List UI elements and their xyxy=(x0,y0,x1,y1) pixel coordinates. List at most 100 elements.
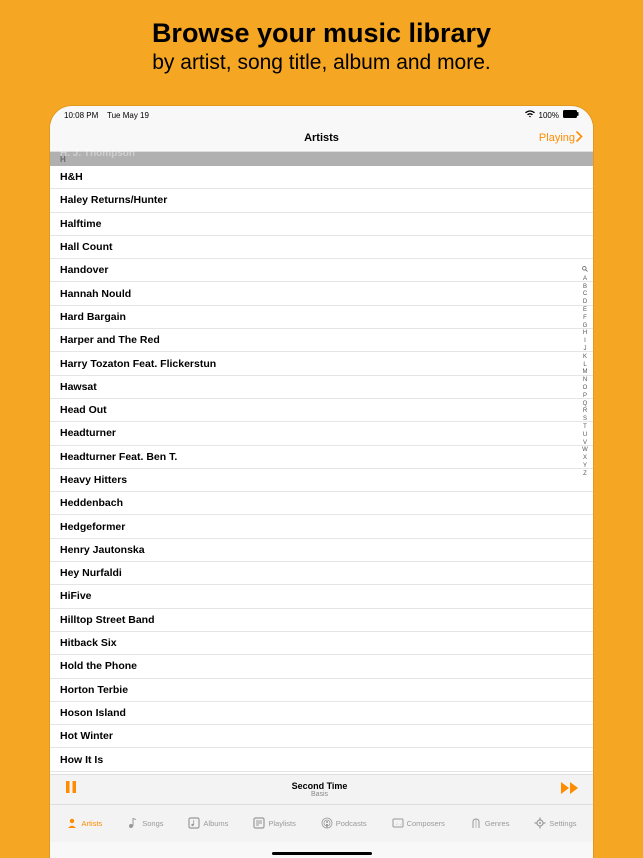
index-search-icon[interactable] xyxy=(582,266,588,274)
index-letter[interactable]: Z xyxy=(583,471,587,477)
artist-name: Headturner xyxy=(60,427,116,439)
status-left: 10:08 PM Tue May 19 xyxy=(64,111,149,120)
artist-name: Horton Terbie xyxy=(60,684,128,696)
playlists-icon xyxy=(253,817,265,831)
artist-name: Hey Nurfaldi xyxy=(60,567,122,579)
list-item[interactable]: Horton Terbie xyxy=(50,679,593,702)
artist-name: Hawsat xyxy=(60,381,97,393)
index-letter[interactable]: N xyxy=(583,377,587,383)
pause-button[interactable] xyxy=(64,780,78,799)
artist-name: Hitback Six xyxy=(60,637,117,649)
index-letter[interactable]: S xyxy=(583,416,587,422)
list-item[interactable]: Hannah Nould xyxy=(50,282,593,305)
index-letter[interactable]: K xyxy=(583,354,587,360)
index-letter[interactable]: T xyxy=(583,424,587,430)
albums-icon xyxy=(188,817,200,831)
index-letter[interactable]: U xyxy=(583,432,587,438)
index-letter[interactable]: V xyxy=(583,440,587,446)
list-item[interactable]: Handover xyxy=(50,259,593,282)
list-item[interactable]: Headturner xyxy=(50,422,593,445)
list-item[interactable]: Heavy Hitters xyxy=(50,469,593,492)
now-playing-bar[interactable]: Second Time Basis xyxy=(50,774,593,804)
now-playing-title: Second Time xyxy=(78,781,561,791)
now-playing-link[interactable]: Playing xyxy=(539,131,583,145)
list-item[interactable]: Head Out xyxy=(50,399,593,422)
list-item[interactable]: Hawsat xyxy=(50,376,593,399)
index-letter[interactable]: Y xyxy=(583,463,587,469)
now-playing-info[interactable]: Second Time Basis xyxy=(78,781,561,798)
artist-name: Hold the Phone xyxy=(60,660,137,672)
list-item[interactable]: Henry Jautonska xyxy=(50,539,593,562)
index-letter[interactable]: X xyxy=(583,455,587,461)
home-indicator[interactable] xyxy=(272,852,372,855)
tab-label: Podcasts xyxy=(336,819,367,828)
section-header: H. J. Thompson H xyxy=(50,152,593,166)
list-item[interactable]: Hard Bargain xyxy=(50,306,593,329)
tab-songs[interactable]: Songs xyxy=(127,817,163,831)
index-letter[interactable]: L xyxy=(583,362,586,368)
list-item[interactable]: Hitback Six xyxy=(50,632,593,655)
tab-composers[interactable]: ♩♩♩ Composers xyxy=(392,817,445,831)
artist-list[interactable]: H&H Haley Returns/Hunter Halftime Hall C… xyxy=(50,166,593,774)
index-letter[interactable]: H xyxy=(583,330,587,336)
tab-settings[interactable]: Settings xyxy=(534,817,576,831)
tab-podcasts[interactable]: Podcasts xyxy=(321,817,367,831)
index-letter[interactable]: O xyxy=(583,385,588,391)
status-time: 10:08 PM xyxy=(64,111,98,120)
index-letter[interactable]: I xyxy=(584,338,586,344)
alphabet-index[interactable]: A B C D E F G H I J K L M N O P Q R S T … xyxy=(580,266,590,477)
list-item[interactable]: Harper and The Red xyxy=(50,329,593,352)
list-item[interactable]: H&H xyxy=(50,166,593,189)
tab-playlists[interactable]: Playlists xyxy=(253,817,296,831)
index-letter[interactable]: M xyxy=(583,369,588,375)
index-letter[interactable]: C xyxy=(583,291,587,297)
artist-name: Hard Bargain xyxy=(60,311,126,323)
index-letter[interactable]: J xyxy=(584,346,587,352)
index-letter[interactable]: F xyxy=(583,315,587,321)
artist-name: Harper and The Red xyxy=(60,334,160,346)
tab-label: Artists xyxy=(81,819,102,828)
tab-label: Composers xyxy=(407,819,445,828)
list-item[interactable]: Headturner Feat. Ben T. xyxy=(50,446,593,469)
list-item[interactable]: Hot Winter xyxy=(50,725,593,748)
artist-name: Hedgeformer xyxy=(60,521,125,533)
wifi-icon xyxy=(525,110,535,120)
index-letter[interactable]: Q xyxy=(583,401,588,407)
artist-name: Hannah Nould xyxy=(60,288,131,300)
index-letter[interactable]: A xyxy=(583,276,587,282)
artist-name: Hot Winter xyxy=(60,730,113,742)
promo-title: Browse your music library xyxy=(0,0,643,49)
next-track-button[interactable] xyxy=(561,781,579,799)
artist-name: Handover xyxy=(60,264,108,276)
list-item[interactable]: HiFive xyxy=(50,585,593,608)
list-item[interactable]: Harry Tozaton Feat. Flickerstun xyxy=(50,352,593,375)
list-item[interactable]: Hall Count xyxy=(50,236,593,259)
status-date: Tue May 19 xyxy=(107,111,149,120)
list-item[interactable]: Haley Returns/Hunter xyxy=(50,189,593,212)
index-letter[interactable]: E xyxy=(583,307,587,313)
genres-icon xyxy=(470,817,482,831)
index-letter[interactable]: B xyxy=(583,284,587,290)
list-item[interactable]: Hedgeformer xyxy=(50,515,593,538)
tab-label: Songs xyxy=(142,819,163,828)
index-letter[interactable]: P xyxy=(583,393,587,399)
tab-artists[interactable]: Artists xyxy=(66,817,102,831)
promo-subtitle: by artist, song title, album and more. xyxy=(0,51,643,75)
list-item[interactable]: Hoson Island xyxy=(50,702,593,725)
index-letter[interactable]: G xyxy=(583,323,588,329)
list-item[interactable]: Hold the Phone xyxy=(50,655,593,678)
index-letter[interactable]: R xyxy=(583,408,587,414)
tab-albums[interactable]: Albums xyxy=(188,817,228,831)
artist-name: Head Out xyxy=(60,404,107,416)
list-item[interactable]: How It Is xyxy=(50,748,593,771)
tab-genres[interactable]: Genres xyxy=(470,817,510,831)
list-item[interactable]: Halftime xyxy=(50,213,593,236)
index-letter[interactable]: D xyxy=(583,299,587,305)
tab-label: Playlists xyxy=(268,819,296,828)
tab-label: Settings xyxy=(549,819,576,828)
previous-row-faded: H. J. Thompson xyxy=(60,148,135,159)
index-letter[interactable]: W xyxy=(582,447,588,453)
list-item[interactable]: Heddenbach xyxy=(50,492,593,515)
list-item[interactable]: Hey Nurfaldi xyxy=(50,562,593,585)
list-item[interactable]: Hilltop Street Band xyxy=(50,609,593,632)
